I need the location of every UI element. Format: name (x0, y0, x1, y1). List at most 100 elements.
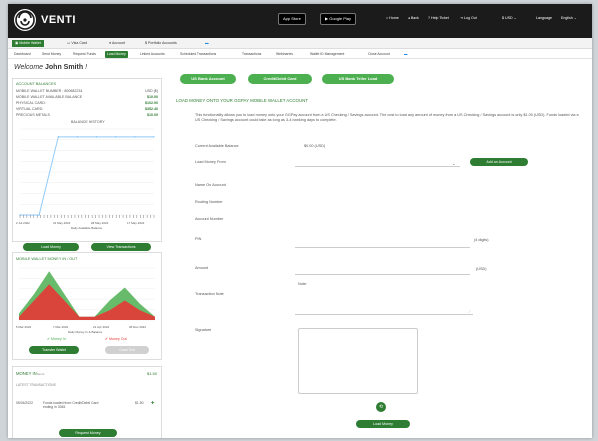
clear-signature-icon[interactable]: ⟲ (376, 402, 386, 412)
subtab-send-money[interactable]: Send Money (40, 51, 63, 58)
home-link[interactable]: ⌂ Home (386, 16, 399, 20)
google-play-badge[interactable]: ▶ Google Play (320, 13, 356, 25)
cash-out-button[interactable]: Cash Out (105, 346, 149, 354)
currency-select[interactable]: $ USD ⌄ (502, 16, 517, 20)
chevron-down-icon: ⌄ (513, 16, 517, 20)
current-balance-value: $0.00 (USD) (304, 144, 326, 148)
pill-us-bank-account[interactable]: US Bank Account (180, 74, 236, 84)
balance-label: Mobile Wallet Available Balance (16, 95, 83, 99)
tab-portfolio-accounts[interactable]: $ Portfolio Accounts (142, 40, 180, 47)
help-ticket-link[interactable]: ? Help Ticket (428, 16, 449, 20)
play-icon: ▶ (325, 16, 329, 21)
subtab-linked-accounts[interactable]: Linked Accounts (138, 51, 167, 58)
pill-credit-debit-card[interactable]: Credit/Debit Card (248, 74, 312, 84)
balance-value: $10.00 (147, 95, 158, 99)
load-from-label: Load Money From (195, 160, 226, 164)
request-money-button[interactable]: Request Money (59, 429, 117, 437)
app-store-badge[interactable]: App Store (278, 13, 306, 25)
legend-money-in: ✔ Money In (47, 337, 66, 341)
user-icon: ● (109, 41, 112, 45)
subtab-scheduled-transactions[interactable]: Scheduled Transactions (178, 51, 218, 58)
subtab-webinaries[interactable]: Webinaries (274, 51, 295, 58)
load-from-select[interactable] (295, 166, 460, 167)
transfer-wallet-button[interactable]: Transfer Wallet (29, 346, 79, 354)
currency-icon: $ (502, 16, 504, 20)
venti-logo[interactable] (14, 9, 36, 31)
balance-point (115, 136, 117, 138)
amount-label: Amount (195, 266, 209, 270)
welcome-prefix: Welcome (14, 64, 44, 71)
chevron-down-icon[interactable]: ⌄ (452, 161, 455, 166)
page-title: Load Money Onto Your GGPay Mobile Wallet… (176, 98, 308, 103)
balance-label: Virtual Card: (16, 107, 44, 111)
load-money-button[interactable]: Load Money (23, 243, 79, 251)
subtab-request-funds[interactable]: Request Funds (71, 51, 98, 58)
log-out-link[interactable]: ⇥ Log Out (460, 16, 477, 20)
check-icon: ✔ (47, 337, 51, 341)
language-select[interactable]: English ⌄ (561, 16, 577, 20)
view-transactions-button[interactable]: View Transactions (91, 243, 151, 251)
subtab-dashboard[interactable]: Dashboard (12, 51, 33, 58)
signature-pad[interactable] (298, 328, 418, 394)
pill-us-bank-teller-load[interactable]: US Bank Teller Load (322, 74, 394, 84)
tab-account[interactable]: ● Account (106, 40, 128, 47)
balance-value: USD ($) (145, 89, 158, 93)
amount-unit: (USD) (476, 267, 487, 271)
flag-icon[interactable]: ▬ (402, 51, 409, 58)
signature-label: Signature (195, 328, 212, 332)
tab-label: Portfolio Accounts (148, 41, 177, 45)
subtab-load-money[interactable]: Load Money (105, 51, 128, 58)
legend-money-out: ✔ Money Out (105, 337, 127, 341)
wallet-icon: ▣ (15, 41, 19, 45)
language-label: Language (536, 16, 552, 20)
main-nav: ▣ Mobile Wallet ▭ Visa Card ● Account $ … (8, 38, 592, 49)
subtab-transactions[interactable]: Transactions (240, 51, 263, 58)
account-balances-panel: Account Balances Mobile Wallet Number : … (12, 78, 162, 251)
google-play-label: Google Play (329, 16, 351, 21)
amount-input[interactable] (295, 274, 470, 275)
logout-label: Log Out (464, 16, 477, 20)
pin-input[interactable] (295, 247, 470, 248)
flag-icon[interactable]: ▬ (202, 40, 212, 47)
plus-icon[interactable]: ✚ (151, 400, 154, 405)
balance-row: Mobile Wallet Number : 800682234 USD ($) (16, 89, 158, 94)
chevron-down-icon: ⌄ (573, 16, 577, 20)
pin-hint: (4 digits) (474, 238, 489, 242)
add-account-button[interactable]: Add an Account (470, 158, 528, 166)
x-tick-label: 06 Dec 2022 (129, 325, 147, 329)
balance-value: $10.00 (147, 113, 158, 117)
tab-mobile-wallet[interactable]: ▣ Mobile Wallet (12, 40, 44, 47)
check-icon: ✔ (105, 337, 109, 341)
tab-visa-card[interactable]: ▭ Visa Card (64, 40, 90, 47)
money-in-out-chart (19, 267, 155, 321)
x-tick-label: 28 May 2022 (91, 221, 109, 225)
back-label: Back (410, 16, 419, 20)
money-in-value: $1.50 (146, 371, 157, 376)
load-money-submit-button[interactable]: Load Money (356, 420, 410, 428)
app-window: VENTI App Store ▶ Google Play ⌂ Home ◂ B… (8, 4, 592, 438)
back-icon: ◂ (408, 16, 410, 20)
welcome-suffix: ! (85, 64, 88, 71)
tab-label: Visa Card (71, 41, 88, 45)
page-description: This functionality allows you to load mo… (195, 113, 579, 123)
subtab-wallet-id-management[interactable]: Wallet ID Management (308, 51, 346, 58)
back-link[interactable]: ◂ Back (408, 16, 419, 20)
legend-label: Money Out (109, 337, 127, 341)
transaction-note-label: Transaction Note (195, 292, 224, 296)
balance-row: Precious Metals $10.00 (16, 113, 158, 118)
resize-handle-icon[interactable]: ⟋ (468, 310, 471, 314)
in-out-title: Mobile Wallet Money In / Out (16, 257, 78, 261)
routing-number-label: Routing Number (195, 200, 223, 204)
top-bar: VENTI App Store ▶ Google Play ⌂ Home ◂ B… (8, 4, 592, 38)
tab-label: Mobile Wallet (19, 41, 41, 45)
balance-value: $102.00 (145, 101, 158, 105)
currency-label: USD (505, 16, 513, 20)
tx-date: 05/04/2022 (16, 401, 33, 405)
x-tick-label: 2 Jul 2022 (16, 221, 30, 225)
transaction-note-input[interactable] (295, 314, 473, 315)
note-placeholder: Note: (298, 282, 308, 286)
balance-point (134, 136, 136, 138)
logout-icon: ⇥ (460, 16, 464, 20)
subtab-close-account[interactable]: Close Account (366, 51, 392, 58)
money-in-out-panel: Mobile Wallet Money In / Out 5 Mar 2022 … (12, 252, 162, 360)
